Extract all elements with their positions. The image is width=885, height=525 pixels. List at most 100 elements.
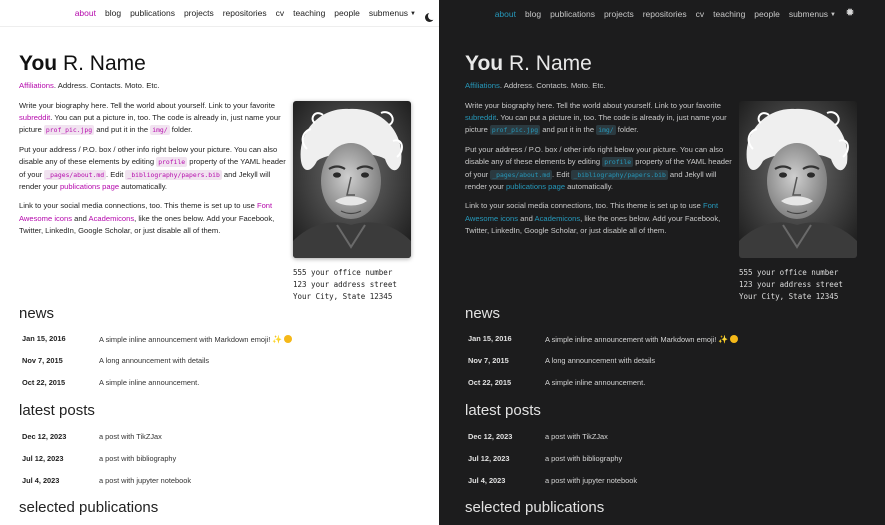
post-date: Dec 12, 2023 bbox=[22, 432, 67, 441]
post-link[interactable]: a post with TikZJax bbox=[545, 432, 608, 441]
nav-publications[interactable]: publications bbox=[130, 8, 175, 18]
nav-repositories[interactable]: repositories bbox=[223, 8, 267, 18]
address-line: 555 your office number bbox=[739, 268, 839, 277]
nav-projects[interactable]: projects bbox=[184, 8, 214, 18]
selected-publications-heading: selected publications bbox=[19, 499, 159, 516]
bio-text: and bbox=[518, 213, 535, 223]
news-date: Jan 15, 2016 bbox=[468, 334, 512, 343]
inline-code: _pages/about.md bbox=[490, 169, 553, 180]
post-link[interactable]: a post with TikZJax bbox=[99, 432, 162, 441]
nav-projects[interactable]: projects bbox=[604, 9, 634, 19]
bio-paragraph-2: Put your address / P.O. box / other info… bbox=[19, 144, 287, 193]
inline-code: _bibliography/papers.bib bbox=[125, 169, 222, 180]
news-item: Nov 7, 2015 A long announcement with det… bbox=[465, 356, 865, 365]
address-line: Your City, State 12345 bbox=[293, 292, 393, 301]
subreddit-link[interactable]: subreddit bbox=[19, 113, 50, 122]
news-link[interactable]: A long announcement with details bbox=[545, 356, 655, 365]
bio-paragraph-1: Write your biography here. Tell the worl… bbox=[465, 100, 733, 137]
portrait-image bbox=[293, 101, 411, 258]
bio-text: . Edit bbox=[106, 169, 126, 179]
nav-cv[interactable]: cv bbox=[276, 8, 285, 18]
subtitle-details: . Address. Contacts. Moto. Etc. bbox=[53, 81, 160, 90]
inline-code: profile bbox=[602, 157, 634, 168]
post-link[interactable]: a post with bibliography bbox=[545, 454, 622, 463]
profile-picture bbox=[293, 101, 411, 258]
nav-submenus-dropdown[interactable]: submenus ▼ bbox=[789, 9, 836, 19]
profile-picture bbox=[739, 101, 857, 258]
nav-people[interactable]: people bbox=[754, 9, 780, 19]
publications-page-link[interactable]: publications page bbox=[60, 182, 119, 191]
post-link[interactable]: a post with bibliography bbox=[99, 454, 176, 463]
inline-code: prof_pic.jpg bbox=[489, 125, 541, 136]
bio-text: . Edit bbox=[552, 169, 572, 179]
caret-down-icon: ▼ bbox=[830, 11, 836, 18]
portrait-image bbox=[739, 101, 857, 258]
address-line: 555 your office number bbox=[293, 268, 393, 277]
academicons-link[interactable]: Academicons bbox=[89, 214, 135, 223]
nav-about[interactable]: about bbox=[495, 9, 516, 19]
nav-teaching[interactable]: teaching bbox=[293, 8, 325, 18]
post-link[interactable]: a post with jupyter notebook bbox=[99, 476, 191, 485]
nav-about[interactable]: about bbox=[75, 8, 96, 18]
address-line: 123 your address street bbox=[293, 280, 397, 289]
address-line: 123 your address street bbox=[739, 280, 843, 289]
nav-cv[interactable]: cv bbox=[696, 9, 705, 19]
subreddit-link[interactable]: subreddit bbox=[465, 113, 496, 122]
news-item: Oct 22, 2015 A simple inline announcemen… bbox=[19, 378, 419, 387]
nav-teaching[interactable]: teaching bbox=[713, 9, 745, 19]
news-link[interactable]: A long announcement with details bbox=[99, 356, 209, 365]
bio-text: Link to your social media connections, t… bbox=[19, 201, 257, 211]
news-date: Nov 7, 2015 bbox=[468, 356, 509, 365]
theme-toggle-button[interactable]: ✹ bbox=[845, 8, 855, 19]
post-link[interactable]: a post with jupyter notebook bbox=[545, 476, 637, 485]
address-line: Your City, State 12345 bbox=[739, 292, 839, 301]
navbar: about blog publications projects reposit… bbox=[0, 0, 439, 27]
news-text: A simple inline announcement with Markdo… bbox=[99, 334, 293, 344]
post-item: Dec 12, 2023 a post with TikZJax bbox=[465, 432, 865, 441]
post-item: Jul 4, 2023 a post with jupyter notebook bbox=[465, 476, 865, 485]
news-text: A simple inline announcement. bbox=[99, 378, 200, 387]
bio-text: folder. bbox=[169, 125, 193, 135]
nav-repositories[interactable]: repositories bbox=[643, 9, 687, 19]
news-text-content: A simple inline announcement with Markdo… bbox=[99, 335, 271, 344]
navbar: about blog publications projects reposit… bbox=[439, 0, 885, 27]
bio-text: and put it in the bbox=[94, 125, 151, 135]
news-item: Jan 15, 2016 A simple inline announcemen… bbox=[465, 334, 865, 344]
selected-publications-heading: selected publications bbox=[465, 499, 605, 516]
biography: Write your biography here. Tell the worl… bbox=[19, 100, 287, 245]
news-heading: news bbox=[465, 305, 501, 322]
address-block: 555 your office number 123 your address … bbox=[293, 267, 411, 303]
nav-publications[interactable]: publications bbox=[550, 9, 595, 19]
inline-code: _bibliography/papers.bib bbox=[571, 169, 668, 180]
main-content: You R. Name Affiliations. Address. Conta… bbox=[19, 52, 419, 516]
title-first: You bbox=[465, 52, 504, 75]
biography: Write your biography here. Tell the worl… bbox=[465, 100, 733, 245]
affiliations-link[interactable]: Affiliations bbox=[465, 81, 500, 90]
news-item: Jan 15, 2016 A simple inline announcemen… bbox=[19, 334, 419, 344]
smile-emoji-icon bbox=[284, 335, 293, 343]
post-item: Jul 12, 2023 a post with bibliography bbox=[19, 454, 419, 463]
news-item: Oct 22, 2015 A simple inline announcemen… bbox=[465, 378, 865, 387]
bio-text: folder. bbox=[615, 125, 639, 135]
publications-page-link[interactable]: publications page bbox=[506, 182, 565, 191]
news-text: A simple inline announcement. bbox=[545, 378, 646, 387]
smile-emoji-icon bbox=[730, 335, 739, 343]
academicons-link[interactable]: Academicons bbox=[535, 214, 581, 223]
inline-code: profile bbox=[156, 157, 188, 168]
sun-icon: ✹ bbox=[845, 7, 855, 20]
bio-text: and put it in the bbox=[540, 125, 597, 135]
nav-people[interactable]: people bbox=[334, 8, 360, 18]
subtitle-details: . Address. Contacts. Moto. Etc. bbox=[499, 81, 606, 90]
nav-blog[interactable]: blog bbox=[525, 9, 541, 19]
page-title: You R. Name bbox=[465, 52, 865, 76]
news-text-content: A simple inline announcement with Markdo… bbox=[545, 335, 717, 344]
sparkles-emoji-icon: ✨ bbox=[272, 335, 283, 344]
affiliations-link[interactable]: Affiliations bbox=[19, 81, 54, 90]
post-date: Jul 4, 2023 bbox=[468, 476, 506, 485]
nav-submenus-dropdown[interactable]: submenus ▼ bbox=[369, 8, 416, 18]
nav-blog[interactable]: blog bbox=[105, 8, 121, 18]
news-date: Oct 22, 2015 bbox=[468, 378, 512, 387]
news-date: Nov 7, 2015 bbox=[22, 356, 63, 365]
post-item: Dec 12, 2023 a post with TikZJax bbox=[19, 432, 419, 441]
post-date: Dec 12, 2023 bbox=[468, 432, 513, 441]
